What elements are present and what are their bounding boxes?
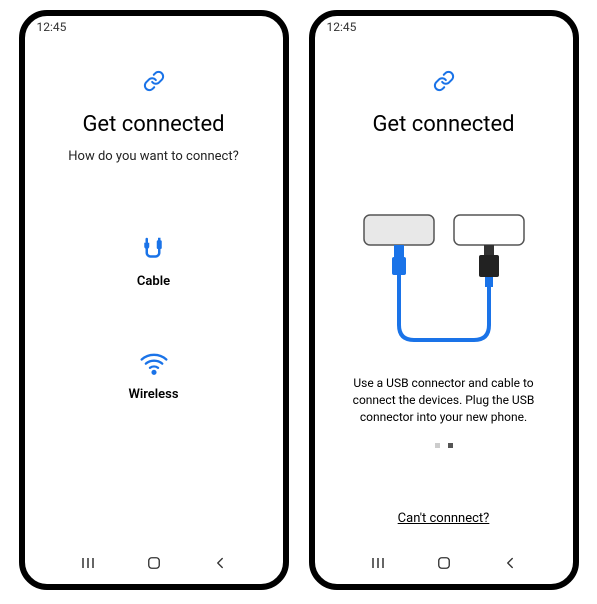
option-cable[interactable]: Cable [137,234,170,289]
nav-home[interactable] [145,554,163,576]
nav-recent[interactable] [368,553,388,577]
nav-recent[interactable] [78,553,98,577]
page-title: Get connected [82,112,224,137]
link-icon [433,70,455,96]
option-wireless[interactable]: Wireless [128,349,178,402]
nav-bar [315,546,573,584]
option-cable-label: Cable [137,274,170,289]
page-dot [435,443,440,448]
nav-bar [25,546,283,584]
status-bar: 12:45 [315,16,573,38]
page-subtitle: How do you want to connect? [68,149,238,164]
link-icon [143,70,165,96]
connection-options: Cable Wireless [128,234,178,402]
status-time: 12:45 [37,20,67,34]
screen-content: Get connected Use a USB connector and ca… [315,38,573,546]
option-wireless-label: Wireless [128,387,178,402]
screen-content: Get connected How do you want to connect… [25,38,283,546]
page-dot-active [448,443,453,448]
nav-back[interactable] [211,554,229,576]
status-bar: 12:45 [25,16,283,38]
wifi-icon [139,349,169,381]
nav-home[interactable] [435,554,453,576]
instruction-text: Use a USB connector and cable to connect… [331,375,557,425]
cable-icon [138,234,168,268]
page-title: Get connected [372,112,514,137]
phone-left: 12:45 Get connected How do you want to c… [19,10,289,590]
page-indicator [435,443,453,448]
cable-illustration [344,205,544,365]
phone-right: 12:45 Get connected Use a [309,10,579,590]
help-link[interactable]: Can't connnect? [398,511,490,526]
nav-back[interactable] [501,554,519,576]
status-time: 12:45 [327,20,357,34]
